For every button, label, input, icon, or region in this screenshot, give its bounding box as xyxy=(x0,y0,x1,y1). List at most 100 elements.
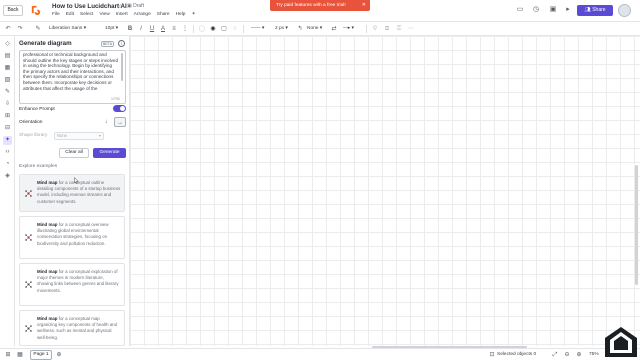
draft-label: Draft xyxy=(133,3,144,9)
page-tab[interactable]: Page 1 xyxy=(30,350,52,360)
line-width-select[interactable]: 2 px ▾ xyxy=(275,24,288,34)
undo-icon[interactable]: ↶ xyxy=(4,25,12,33)
example-type: Mind map xyxy=(37,316,58,321)
menu-insert[interactable]: Insert xyxy=(116,12,128,17)
font-size-select[interactable]: 10pt ▾ xyxy=(105,24,118,34)
vertical-orientation-icon[interactable]: ↓ xyxy=(100,117,112,127)
generate-button[interactable]: Generate xyxy=(93,148,126,158)
horizontal-orientation-icon[interactable]: → xyxy=(114,117,126,127)
history-icon[interactable]: ◷ xyxy=(532,6,540,14)
arrow-end-select[interactable]: —▸ ▾ xyxy=(343,24,354,34)
align-icon[interactable]: ≡ xyxy=(170,25,178,33)
mind-map-icon xyxy=(25,325,32,332)
menu-help[interactable]: Help xyxy=(176,12,186,17)
example-card[interactable]: Mind map for a conceptual map organizing… xyxy=(19,310,125,346)
draft-status[interactable]: ▣ Draft xyxy=(127,3,144,9)
overflow-icon[interactable]: ⋯ xyxy=(407,25,415,33)
example-text: Mind map for a conceptual outline detail… xyxy=(37,180,121,205)
present-icon[interactable]: ▣ xyxy=(549,6,557,14)
diagram-icon[interactable]: ▦ xyxy=(3,64,12,73)
data-icon[interactable]: ⊟ xyxy=(3,124,12,133)
generate-label: Generate xyxy=(99,150,120,155)
back-button[interactable]: Back xyxy=(3,5,23,16)
redo-icon[interactable]: ↷ xyxy=(16,25,24,33)
shapes-icon[interactable]: ◇ xyxy=(3,40,12,49)
opacity-icon[interactable]: ◌ xyxy=(231,25,239,33)
selected-objects-label: Selected objects 0 xyxy=(497,351,536,359)
more-icon[interactable]: ⋮ xyxy=(181,25,189,33)
menu-select[interactable]: Select xyxy=(80,12,93,17)
diagram-canvas[interactable] xyxy=(130,36,640,346)
share-button[interactable]: 👥︎ Share xyxy=(577,5,613,16)
trial-banner-text: Try paid features with a free trial! xyxy=(276,3,346,8)
code-icon[interactable]: ‹› xyxy=(3,148,12,157)
avatar[interactable] xyxy=(618,4,631,17)
integrations-icon[interactable]: ⊞ xyxy=(3,112,12,121)
enhance-prompt-toggle[interactable] xyxy=(113,105,126,112)
page-grid-icon[interactable]: ⊞ xyxy=(4,351,12,359)
selected-objects-icon[interactable]: ⊡ xyxy=(488,351,496,359)
menu-file[interactable]: File xyxy=(52,12,60,17)
bottom-bar: ⊞ ▦ Page 1 ⊕ ⊡ Selected objects 0 ⤢ ⊖ ⊕ … xyxy=(0,348,640,360)
app-header: Back How to Use Lucidchart AI ☆ ▣ Draft … xyxy=(0,0,640,22)
info-icon[interactable]: i xyxy=(118,40,125,47)
lucidchart-logo[interactable] xyxy=(30,4,41,15)
ai-sparkle-icon[interactable]: ✦ xyxy=(191,12,195,17)
free-trial-banner[interactable]: Try paid features with a free trial! ✕ xyxy=(270,0,370,11)
zoom-level[interactable]: 75% xyxy=(589,351,599,359)
ai-generate-icon[interactable]: ✦ xyxy=(3,136,12,145)
link-icon[interactable]: ⚲ xyxy=(371,25,379,33)
font-family-select[interactable]: Liberation Sans ▾ xyxy=(49,24,86,34)
layers-icon[interactable]: ◈ xyxy=(3,172,12,181)
swap-arrows-icon[interactable]: ⇄ xyxy=(330,25,338,33)
arrange-icon[interactable]: ⧉ xyxy=(383,25,391,33)
arrow-start-select[interactable]: None ▾ xyxy=(307,24,322,34)
close-icon[interactable]: ✕ xyxy=(362,0,366,11)
document-title[interactable]: How to Use Lucidchart AI xyxy=(52,3,127,10)
format-painter-icon[interactable]: ✎ xyxy=(34,25,42,33)
star-icon[interactable]: ☆ xyxy=(118,3,123,10)
example-text: Mind map for a conceptual map organizing… xyxy=(37,316,121,341)
toolbar-divider xyxy=(243,25,244,33)
underline-icon[interactable]: U xyxy=(148,25,156,33)
menu-view[interactable]: View xyxy=(99,12,109,17)
line-style-select[interactable]: —— ▾ xyxy=(251,24,264,34)
zoom-out-icon[interactable]: ⊖ xyxy=(563,351,571,359)
add-page-icon[interactable]: ⊕ xyxy=(55,351,63,359)
bold-icon[interactable]: B xyxy=(126,25,134,33)
zoom-in-icon[interactable]: ⊕ xyxy=(575,351,583,359)
example-card[interactable]: Mind map for a conceptual exploration of… xyxy=(19,263,125,306)
text-color-icon[interactable]: A xyxy=(159,25,167,33)
clear-all-button[interactable]: Clear all xyxy=(59,148,89,158)
fullscreen-icon[interactable]: ⤢ xyxy=(551,351,559,359)
share-label: Share xyxy=(592,7,606,13)
mind-map-icon xyxy=(25,281,32,288)
shadow-icon[interactable]: ▢ xyxy=(220,25,228,33)
lock-icon[interactable]: ⚿ xyxy=(395,25,403,33)
image-icon[interactable]: ▧ xyxy=(3,76,12,85)
prompt-text: professional or technical background and… xyxy=(23,52,118,91)
example-card[interactable]: Mind map for a conceptual outline detail… xyxy=(19,174,125,212)
video-icon[interactable]: ▸ xyxy=(564,6,572,14)
comments-icon[interactable]: ◔ xyxy=(3,160,12,169)
templates-icon[interactable]: ▤ xyxy=(3,52,12,61)
vertical-scrollbar[interactable] xyxy=(635,165,638,285)
line-type-icon[interactable]: ↰ xyxy=(296,25,304,33)
shape-library-select[interactable]: None ▾ xyxy=(54,132,104,140)
menu-edit[interactable]: Edit xyxy=(66,12,74,17)
example-card[interactable]: Mind map for a conceptual overview illus… xyxy=(19,216,125,259)
chat-icon[interactable]: ▭ xyxy=(516,6,524,14)
menu-arrange[interactable]: Arrange xyxy=(134,12,151,17)
pen-icon[interactable]: ✎ xyxy=(3,88,12,97)
line-color-icon[interactable]: ◉ xyxy=(209,25,217,33)
prompt-textarea[interactable]: professional or technical background and… xyxy=(19,50,126,104)
page-list-icon[interactable]: ▦ xyxy=(16,351,24,359)
prompt-scrollbar[interactable] xyxy=(121,53,123,81)
beta-badge: BETA xyxy=(101,41,115,47)
explore-examples-heading: Explore examples xyxy=(19,164,58,169)
import-icon[interactable]: ⇩ xyxy=(3,100,12,109)
menu-share[interactable]: Share xyxy=(157,12,170,17)
fill-color-icon[interactable]: ◯ xyxy=(198,25,206,33)
back-label: Back xyxy=(7,7,19,13)
italic-icon[interactable]: I xyxy=(137,25,145,33)
